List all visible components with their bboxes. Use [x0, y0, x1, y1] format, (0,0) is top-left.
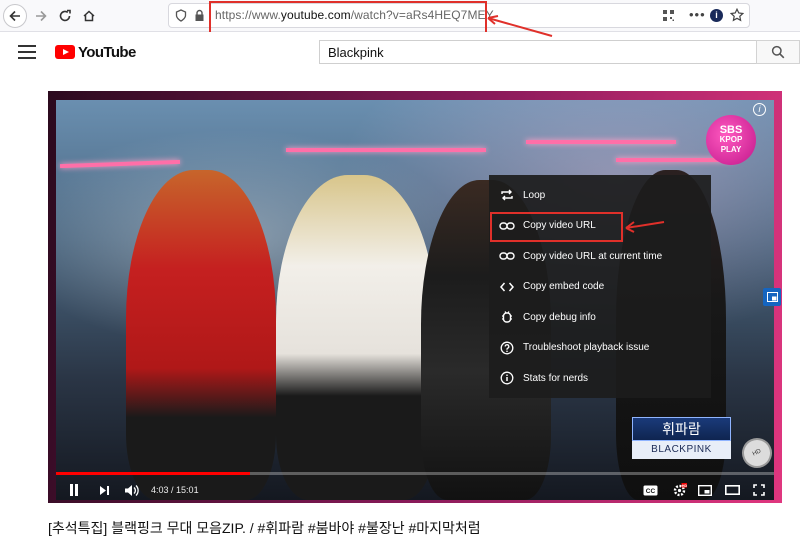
svg-text:HD: HD	[681, 483, 686, 487]
volume-icon	[124, 484, 139, 496]
time-display: 4:03 / 15:01	[151, 485, 199, 495]
pause-icon	[70, 484, 78, 496]
lower-third-caption: 휘파람 BLACKPINK	[632, 417, 731, 459]
gear-icon: HD	[673, 482, 687, 496]
miniplayer-button[interactable]	[696, 482, 714, 498]
fullscreen-icon	[753, 484, 765, 496]
side-panel-icon[interactable]	[763, 288, 781, 306]
progress-bar[interactable]	[56, 472, 774, 475]
artist-caption: BLACKPINK	[632, 441, 731, 459]
volume-button[interactable]	[122, 482, 140, 498]
current-time: 4:03	[151, 485, 169, 495]
skip-next-icon	[99, 485, 109, 495]
svg-text:CC: CC	[645, 488, 655, 495]
closed-captions-icon: CC	[643, 485, 657, 495]
fullscreen-button[interactable]	[750, 482, 768, 498]
annotation-arrows	[487, 15, 665, 233]
settings-button[interactable]: HD	[670, 482, 688, 498]
subtitles-button[interactable]: CC	[641, 482, 659, 498]
video-title: [추석특집] 블랙핑크 무대 모음ZIP. / #휘파람 #붐바야 #불장난 #…	[48, 520, 481, 536]
progress-played	[56, 472, 250, 475]
theater-mode-button[interactable]	[723, 482, 741, 498]
duration: 15:01	[176, 485, 199, 495]
miniplayer-icon	[698, 484, 712, 496]
annotation-arrow	[487, 17, 553, 37]
theater-mode-icon	[724, 485, 740, 495]
next-button[interactable]	[96, 482, 112, 498]
pause-button[interactable]	[66, 482, 82, 498]
player-controls: 4:03 / 15:01 CC HD	[56, 478, 774, 500]
song-title-caption: 휘파람	[632, 417, 731, 441]
